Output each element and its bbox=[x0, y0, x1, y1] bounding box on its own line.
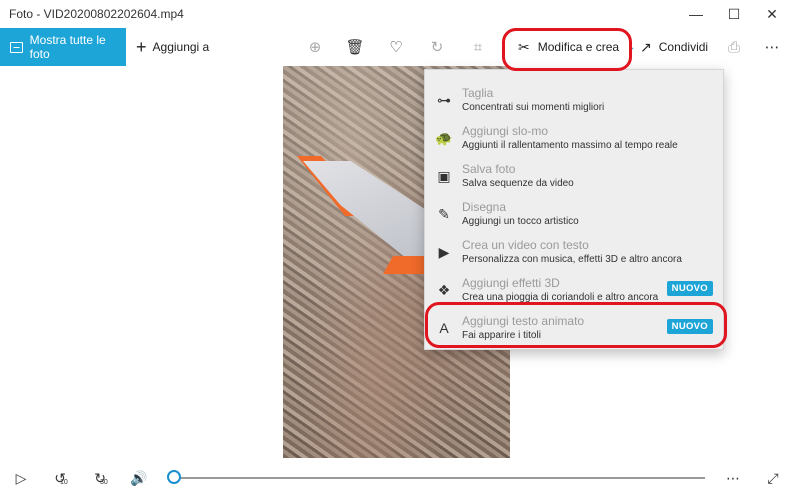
rotate-icon[interactable]: ↻ bbox=[427, 37, 447, 57]
show-all-photos-label: Mostra tutte le foto bbox=[29, 33, 106, 61]
share-button[interactable]: ↗ Condividi bbox=[640, 28, 708, 66]
edit-create-label: Modifica e crea bbox=[537, 40, 620, 54]
seek-bar[interactable] bbox=[175, 477, 705, 479]
menu-item-animated-text[interactable]: A Aggiungi testo animato Fai apparire i … bbox=[425, 310, 725, 348]
menu-item-subtitle: Crea una pioggia di coriandoli e altro a… bbox=[462, 292, 659, 303]
draw-icon: ✎ bbox=[438, 205, 450, 222]
edit-create-icon: ✂ bbox=[518, 38, 530, 55]
menu-item-title: Salva foto bbox=[462, 162, 516, 176]
rewind-10-button[interactable]: ↺ 10 bbox=[50, 468, 72, 488]
video-text-icon: ▶ bbox=[438, 243, 450, 260]
menu-item-subtitle: Fai apparire i titoli bbox=[462, 330, 541, 341]
minimize-button[interactable]: — bbox=[677, 0, 715, 28]
crop-icon[interactable]: ⌗ bbox=[468, 37, 488, 57]
volume-icon[interactable]: 🔊 bbox=[128, 468, 150, 488]
close-button[interactable]: ✕ bbox=[753, 0, 791, 28]
show-all-photos-button[interactable]: Mostra tutte le foto bbox=[0, 28, 126, 66]
new-badge: NUOVO bbox=[666, 319, 713, 334]
trim-icon: ⊶ bbox=[437, 91, 451, 108]
slowmo-icon: 🐢 bbox=[435, 129, 453, 146]
fullscreen-icon[interactable]: ⤢ bbox=[762, 468, 784, 488]
menu-item-title: Aggiungi testo animato bbox=[462, 314, 585, 328]
share-icon: ↗ bbox=[640, 38, 652, 55]
add-to-label: Aggiungi a bbox=[152, 40, 210, 54]
save-photo-icon: ▣ bbox=[437, 167, 451, 184]
menu-item-subtitle: Personalizza con musica, effetti 3D e al… bbox=[462, 254, 682, 265]
menu-item-title: Taglia bbox=[462, 86, 494, 100]
plus-icon: + bbox=[136, 36, 147, 57]
play-icon[interactable]: ▷ bbox=[10, 468, 32, 488]
new-badge: NUOVO bbox=[666, 281, 713, 296]
share-label: Condividi bbox=[658, 40, 709, 54]
menu-item-title: Aggiungi slo-mo bbox=[462, 124, 549, 138]
image-icon bbox=[10, 41, 23, 53]
edit-create-button[interactable]: ✂ Modifica e crea ⌄ bbox=[518, 28, 636, 66]
menu-item-save-photo[interactable]: ▣ Salva foto Salva sequenze da video bbox=[425, 158, 725, 196]
menu-item-video-text[interactable]: ▶ Crea un video con testo Personalizza c… bbox=[425, 234, 725, 272]
menu-item-subtitle: Salva sequenze da video bbox=[462, 178, 574, 189]
menu-item-trim[interactable]: ⊶ Taglia Concentrati sui momenti miglior… bbox=[425, 82, 725, 120]
forward-30-label: 30 bbox=[99, 478, 108, 486]
forward-30-button[interactable]: ↻ 30 bbox=[90, 468, 112, 488]
rewind-10-label: 10 bbox=[59, 478, 68, 486]
toolbar: Mostra tutte le foto + Aggiungi a ⊕ 🗑 ♡ … bbox=[0, 28, 793, 66]
title-bar: Foto - VID20200802202604.mp4 — ☐ ✕ bbox=[0, 0, 793, 28]
player-controls: ▷ ↺ 10 ↻ 30 🔊 ⋯ ⤢ bbox=[0, 458, 793, 498]
effects-3d-icon: ❖ bbox=[437, 281, 451, 298]
menu-item-effects-3d[interactable]: ❖ Aggiungi effetti 3D Crea una pioggia d… bbox=[425, 272, 725, 310]
chevron-down-icon: ⌄ bbox=[627, 41, 636, 53]
print-icon[interactable]: ⎙ bbox=[724, 37, 744, 57]
menu-item-subtitle: Aggiunti il rallentamento massimo al tem… bbox=[462, 140, 678, 151]
maximize-button[interactable]: ☐ bbox=[715, 0, 753, 28]
window-title: Foto - VID20200802202604.mp4 bbox=[9, 7, 184, 21]
heart-icon[interactable]: ♡ bbox=[386, 37, 406, 57]
menu-item-title: Aggiungi effetti 3D bbox=[462, 276, 560, 290]
zoom-icon[interactable]: ⊕ bbox=[305, 37, 325, 57]
delete-icon[interactable]: 🗑 bbox=[345, 37, 365, 57]
seek-thumb[interactable] bbox=[167, 470, 181, 484]
more-options-icon[interactable]: ⋯ bbox=[722, 468, 744, 488]
edit-create-menu: ⊶ Taglia Concentrati sui momenti miglior… bbox=[424, 69, 724, 350]
menu-item-subtitle: Aggiungi un tocco artistico bbox=[462, 216, 579, 227]
more-options-icon[interactable]: ⋯ bbox=[762, 37, 782, 57]
menu-item-title: Crea un video con testo bbox=[462, 238, 589, 252]
menu-item-draw[interactable]: ✎ Disegna Aggiungi un tocco artistico bbox=[425, 196, 725, 234]
add-to-button[interactable]: + Aggiungi a bbox=[136, 28, 209, 66]
animated-text-icon: A bbox=[439, 320, 449, 336]
menu-item-subtitle: Concentrati sui momenti migliori bbox=[462, 102, 605, 113]
menu-item-slowmo[interactable]: 🐢 Aggiungi slo-mo Aggiunti il rallentame… bbox=[425, 120, 725, 158]
menu-item-title: Disegna bbox=[462, 200, 507, 214]
